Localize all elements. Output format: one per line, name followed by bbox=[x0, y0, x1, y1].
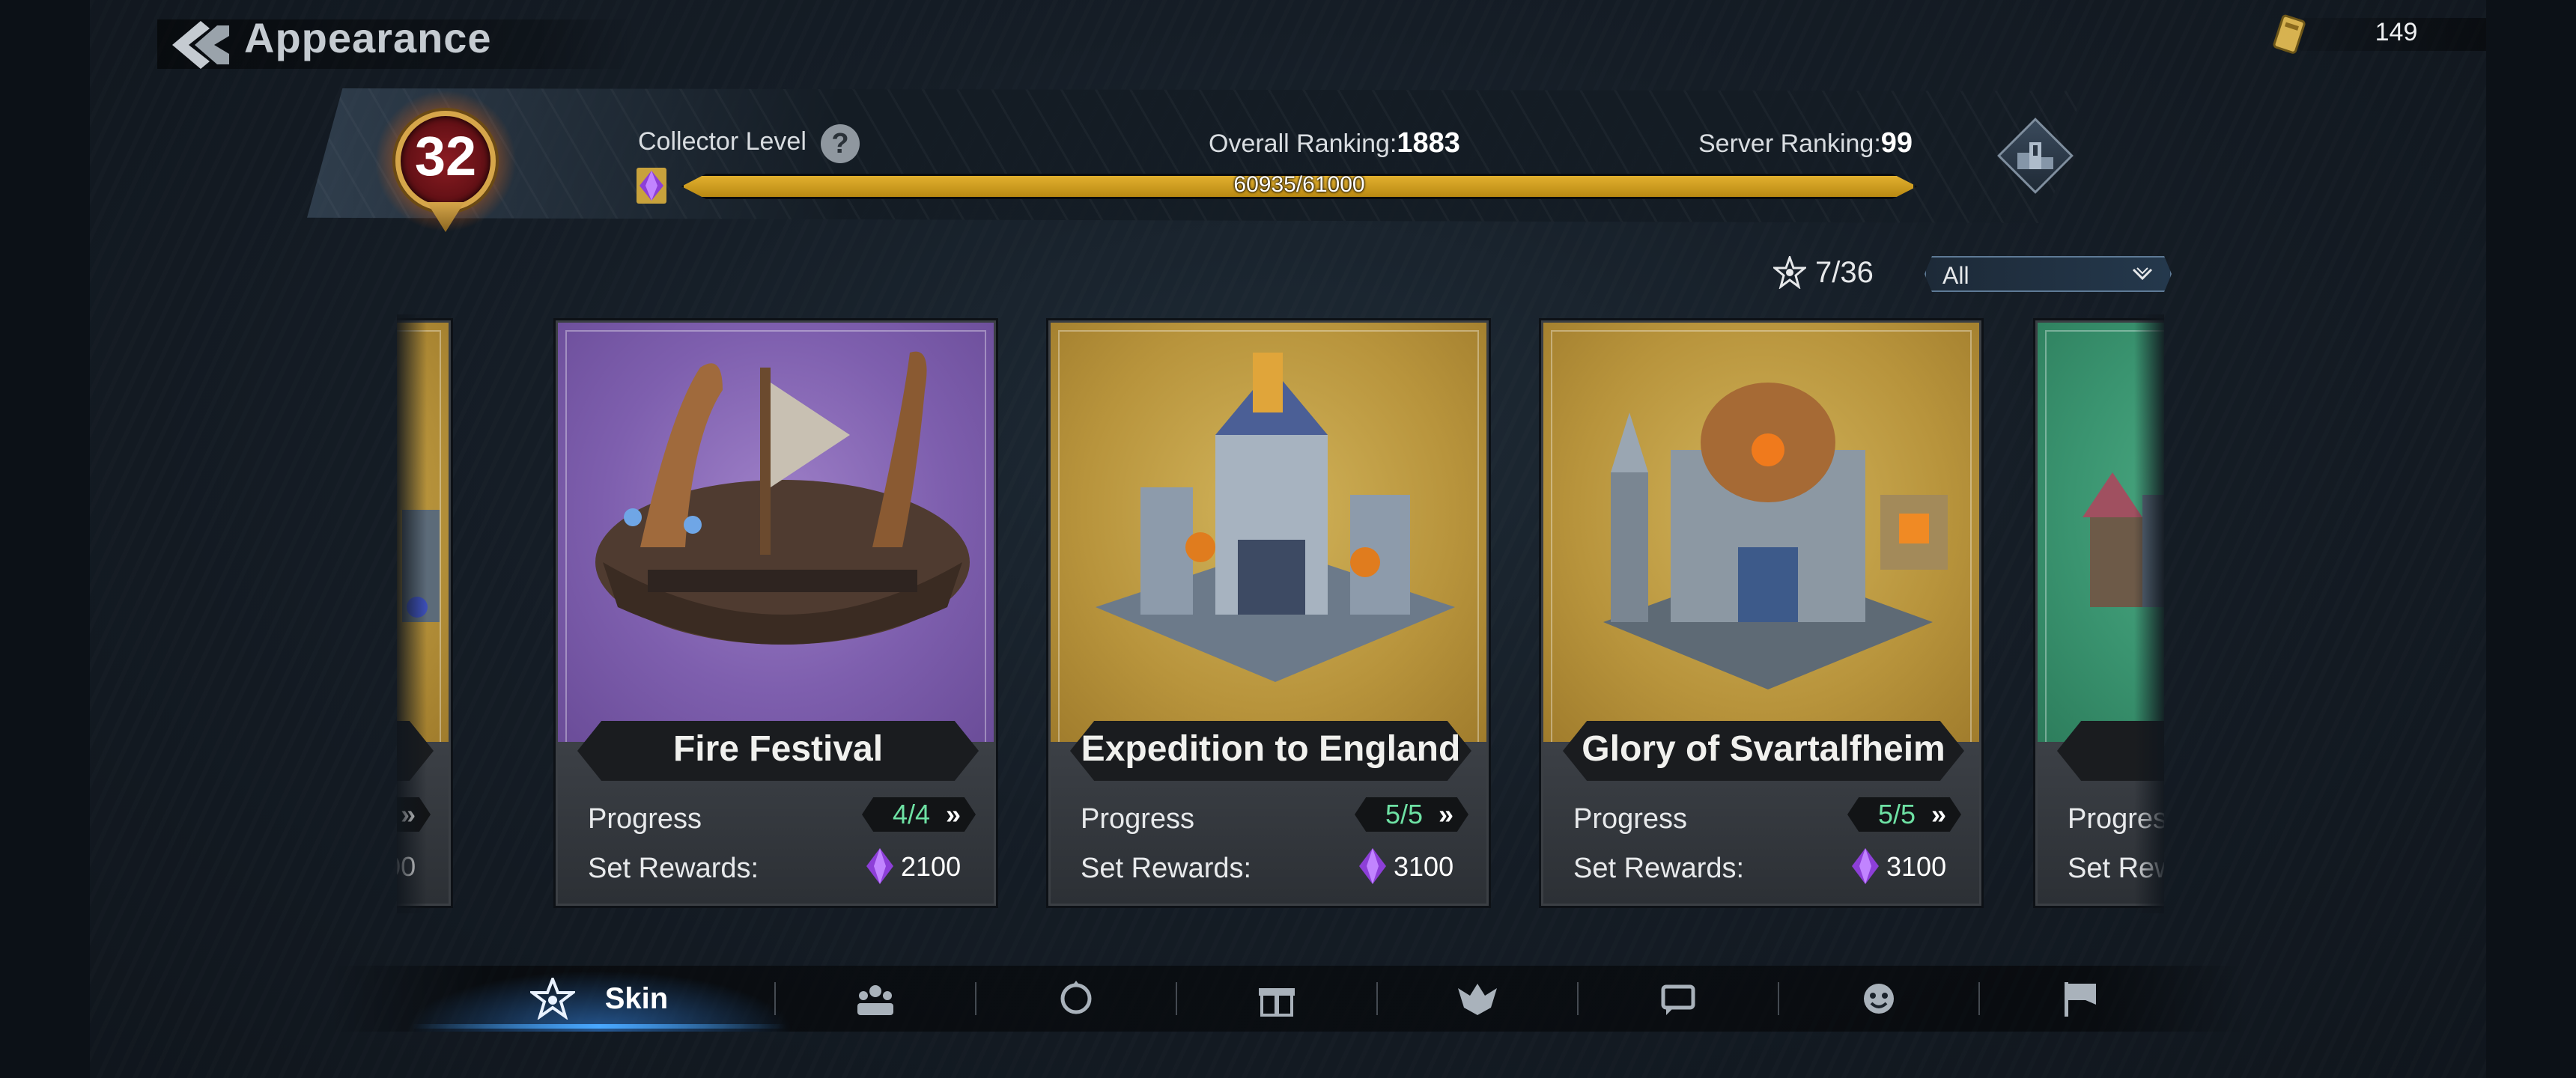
tab-wreath[interactable] bbox=[976, 966, 1176, 1032]
set-rewards-label: Set Rewards: bbox=[588, 853, 759, 884]
skin-cards-carousel[interactable]: /5 » 3100 Fire Festival Progress Set Rew… bbox=[397, 314, 2164, 913]
progress-label: Progress bbox=[2068, 803, 2164, 835]
fortress-image bbox=[1603, 383, 1948, 689]
reward-value: 2100 bbox=[901, 851, 962, 882]
skin-card[interactable]: Progress Set Rew bbox=[2035, 320, 2164, 906]
back-button[interactable] bbox=[165, 15, 240, 75]
chevron-down-icon bbox=[2132, 267, 2153, 281]
progress-value: 5/5 bbox=[1877, 799, 1916, 829]
reward-value: 3100 bbox=[397, 851, 416, 882]
skin-card[interactable]: /5 » 3100 bbox=[397, 320, 451, 906]
overall-ranking: Overall Ranking:1883 bbox=[1209, 127, 1460, 159]
viking-ship-image bbox=[595, 351, 970, 645]
skin-name: Glory of Svartalfheim bbox=[1582, 729, 1945, 769]
crowd-icon bbox=[857, 985, 893, 1015]
page-title: Appearance bbox=[244, 14, 492, 61]
skin-card-fire-festival[interactable]: Fire Festival Progress Set Rewards: 4/4 … bbox=[556, 320, 996, 906]
tab-flag[interactable] bbox=[1980, 966, 2179, 1032]
skin-card-glory-of-svartalfheim[interactable]: Glory of Svartalfheim Progress Set Rewar… bbox=[1541, 320, 1981, 906]
double-chevron-icon: » bbox=[946, 799, 962, 829]
collector-level-label: Collector Level bbox=[638, 127, 806, 156]
collector-gem-icon bbox=[637, 168, 666, 204]
set-rewards-label: Set Rewards: bbox=[1573, 853, 1745, 884]
progress-label: Progress bbox=[1573, 803, 1688, 835]
tab-helmet-emblem[interactable] bbox=[1378, 966, 1577, 1032]
gift-icon bbox=[1259, 988, 1295, 1017]
server-ranking: Server Ranking:99 bbox=[1698, 127, 1913, 159]
castle-image bbox=[1096, 353, 1455, 682]
reward-gem-icon bbox=[866, 848, 893, 884]
tab-emote[interactable] bbox=[1779, 966, 1978, 1032]
progress-label: Progress bbox=[588, 803, 702, 835]
ticket-icon bbox=[2273, 14, 2306, 54]
collection-count: 7/36 bbox=[1815, 256, 1874, 289]
collector-level-number: 32 bbox=[414, 125, 477, 187]
set-rewards-label: Set Rew bbox=[2068, 853, 2164, 884]
skin-art-image bbox=[2083, 472, 2164, 607]
double-chevron-icon: » bbox=[1439, 799, 1454, 829]
tab-gift[interactable] bbox=[1177, 966, 1376, 1032]
tab-crowd[interactable] bbox=[776, 966, 975, 1032]
helmet-emblem-icon bbox=[1458, 984, 1497, 1015]
flag-icon bbox=[2065, 982, 2096, 1017]
help-icon[interactable]: ? bbox=[821, 124, 860, 163]
reward-value: 3100 bbox=[1394, 851, 1454, 882]
skin-star-icon bbox=[529, 978, 575, 1020]
wreath-icon bbox=[1060, 981, 1092, 1014]
tab-skin[interactable]: Skin bbox=[389, 966, 809, 1032]
tab-chat-frame[interactable] bbox=[1579, 966, 1778, 1032]
leaderboard-button[interactable] bbox=[1997, 118, 2074, 194]
filter-selected-label: All bbox=[1942, 262, 1969, 289]
overall-ranking-value: 1883 bbox=[1397, 127, 1460, 159]
double-chevron-icon: » bbox=[401, 799, 416, 829]
emote-face-icon bbox=[1864, 984, 1894, 1014]
collection-star-icon bbox=[1773, 256, 1806, 289]
reward-gem-icon bbox=[1359, 848, 1386, 884]
collector-progress-text: 60935/61000 bbox=[1233, 172, 1365, 197]
currency-display: 149 + bbox=[2269, 13, 2486, 54]
skin-name: Expedition to England bbox=[1081, 729, 1461, 769]
back-arrow-icon bbox=[172, 21, 229, 69]
overall-ranking-label: Overall Ranking: bbox=[1209, 130, 1397, 158]
progress-value: 4/4 bbox=[892, 799, 931, 829]
filter-dropdown[interactable]: All bbox=[1925, 256, 2172, 292]
progress-value: 5/5 bbox=[1385, 799, 1424, 829]
tab-label: Skin bbox=[604, 981, 669, 1015]
double-chevron-icon: » bbox=[1931, 799, 1947, 829]
server-ranking-value: 99 bbox=[1880, 127, 1913, 159]
reward-value: 3100 bbox=[1886, 851, 1947, 882]
skin-card-expedition-to-england[interactable]: Expedition to England Progress Set Rewar… bbox=[1048, 320, 1489, 906]
chat-frame-icon bbox=[1661, 984, 1695, 1015]
reward-gem-icon bbox=[1852, 848, 1879, 884]
skin-name: Fire Festival bbox=[672, 729, 884, 769]
server-ranking-label: Server Ranking: bbox=[1698, 130, 1881, 158]
skin-art-image bbox=[402, 510, 440, 622]
category-tab-bar: Skin bbox=[329, 966, 2247, 1032]
podium-icon bbox=[2017, 142, 2053, 169]
progress-label: Progress bbox=[1081, 803, 1195, 835]
currency-amount: 149 bbox=[2375, 18, 2418, 46]
set-rewards-label: Set Rewards: bbox=[1081, 853, 1252, 884]
collector-level-badge: 32 bbox=[374, 90, 517, 232]
